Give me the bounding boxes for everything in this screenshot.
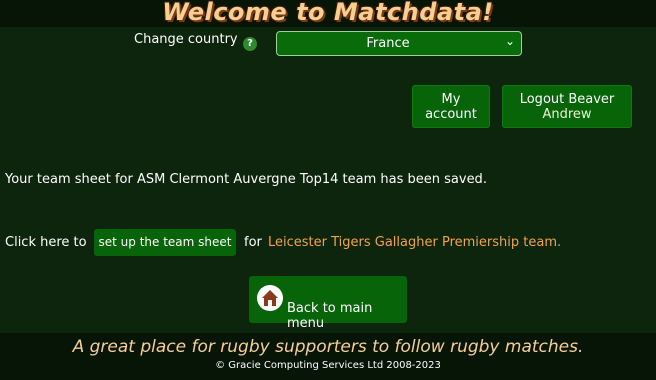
click-here-text: Click here to [5,235,87,250]
header-bar: Welcome to Matchdata! [0,0,656,27]
for-text: for [244,235,262,250]
country-select[interactable]: France ⌄ [276,31,522,56]
change-country-label: Change country [134,32,238,47]
my-account-label-line1: My [441,92,461,107]
logout-button[interactable]: Logout Beaver Andrew [502,85,632,128]
logout-username: Andrew [542,107,592,122]
logout-label: Logout Beaver [519,92,615,107]
my-account-label-line2: account [425,107,477,122]
country-select-value: France [366,36,410,51]
back-to-main-menu-button[interactable]: Back to main menu [249,276,407,331]
chevron-down-icon: ⌄ [504,34,515,48]
setup-team-sheet-button[interactable]: set up the team sheet [94,229,236,256]
team-link[interactable]: Leicester Tigers Gallagher Premiership t… [268,235,561,250]
help-icon[interactable]: ? [243,37,257,51]
my-account-button[interactable]: My account [412,85,490,128]
home-icon [257,285,283,311]
back-to-main-menu-label: Back to main menu [287,301,373,331]
footer: A great place for rugby supporters to fo… [0,333,656,380]
saved-message: Your team sheet for ASM Clermont Auvergn… [5,172,487,187]
page-title: Welcome to Matchdata! [162,0,494,26]
footer-tagline: A great place for rugby supporters to fo… [72,337,584,357]
footer-copyright: © Gracie Computing Services Ltd 2008-202… [215,360,441,371]
